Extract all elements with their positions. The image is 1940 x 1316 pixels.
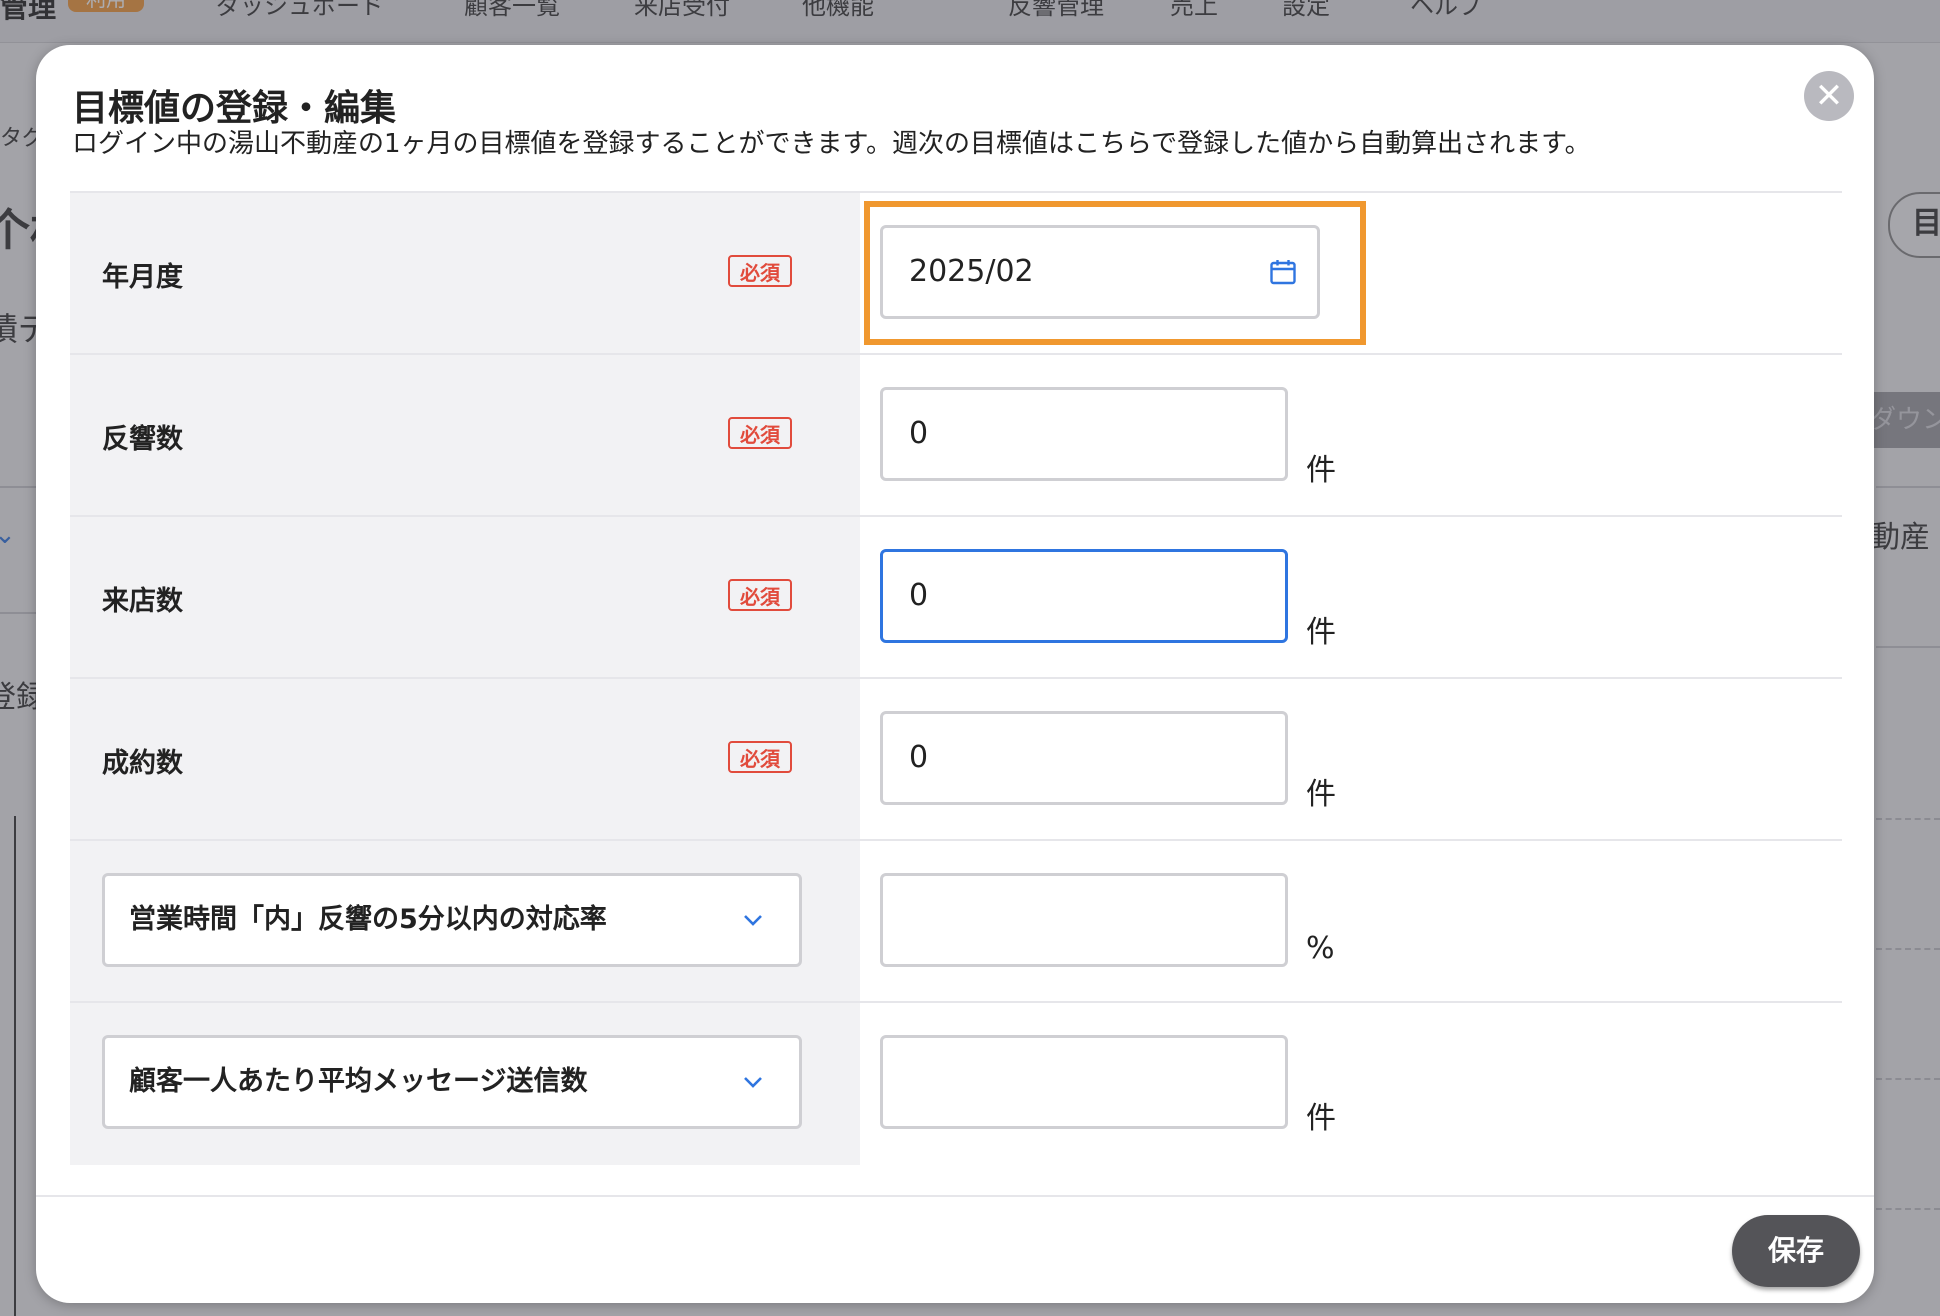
inquiries-input[interactable]: 0 <box>880 387 1288 481</box>
row-label-cell: 年月度 必須 <box>70 193 860 355</box>
row-label-cell: 来店数 必須 <box>70 517 860 679</box>
message-count-input[interactable] <box>880 1035 1288 1129</box>
row-label-cell: 営業時間「内」反響の5分以内の対応率 <box>70 841 860 1003</box>
required-badge: 必須 <box>728 741 792 773</box>
row-value-cell: 0 件 <box>860 355 1842 517</box>
target-edit-modal: 目標値の登録・編集 ログイン中の湯山不動産の1ヶ月の目標値を登録することができま… <box>36 45 1874 1303</box>
metric-select[interactable]: 顧客一人あたり平均メッセージ送信数 <box>102 1035 802 1129</box>
row-label: 反響数 <box>102 423 183 455</box>
required-badge: 必須 <box>728 579 792 611</box>
row-value-cell: 0 件 <box>860 679 1842 841</box>
required-badge: 必須 <box>728 255 792 287</box>
row-value-cell: 0 件 <box>860 517 1842 679</box>
form-row-visits: 来店数 必須 0 件 <box>70 515 1842 679</box>
unit-label: 件 <box>1306 1101 1336 1136</box>
calendar-icon[interactable] <box>1269 258 1297 286</box>
row-label: 来店数 <box>102 585 183 617</box>
form-row-inquiries: 反響数 必須 0 件 <box>70 353 1842 517</box>
form-row-year-month: 年月度 必須 2025/02 <box>70 191 1842 355</box>
metric-select[interactable]: 営業時間「内」反響の5分以内の対応率 <box>102 873 802 967</box>
target-form: 年月度 必須 2025/02 反響数 必須 0 件 来店数 必須 0 件 成約数… <box>70 191 1842 1165</box>
form-row-response-rate: 営業時間「内」反響の5分以内の対応率 % <box>70 839 1842 1003</box>
unit-label: 件 <box>1306 777 1336 812</box>
row-value-cell: % <box>860 841 1842 1003</box>
contracts-input[interactable]: 0 <box>880 711 1288 805</box>
row-label-cell: 反響数 必須 <box>70 355 860 517</box>
row-value-cell: 件 <box>860 1003 1842 1165</box>
chevron-down-icon <box>744 915 762 926</box>
unit-label: % <box>1306 931 1335 966</box>
footer-divider <box>36 1195 1874 1197</box>
form-row-message-count: 顧客一人あたり平均メッセージ送信数 件 <box>70 1001 1842 1165</box>
row-label: 年月度 <box>102 261 183 293</box>
form-row-contracts: 成約数 必須 0 件 <box>70 677 1842 841</box>
year-month-input[interactable]: 2025/02 <box>880 225 1320 319</box>
unit-label: 件 <box>1306 453 1336 488</box>
metric-select-value: 営業時間「内」反響の5分以内の対応率 <box>129 904 607 935</box>
row-label-cell: 顧客一人あたり平均メッセージ送信数 <box>70 1003 860 1165</box>
row-label: 成約数 <box>102 747 183 779</box>
chevron-down-icon <box>744 1077 762 1088</box>
required-badge: 必須 <box>728 417 792 449</box>
close-button[interactable]: ✕ <box>1804 71 1854 121</box>
row-label-cell: 成約数 必須 <box>70 679 860 841</box>
unit-label: 件 <box>1306 615 1336 650</box>
row-value-cell: 2025/02 <box>860 193 1842 355</box>
year-month-value: 2025/02 <box>909 254 1034 289</box>
visits-input[interactable]: 0 <box>880 549 1288 643</box>
save-button[interactable]: 保存 <box>1732 1215 1860 1287</box>
response-rate-input[interactable] <box>880 873 1288 967</box>
modal-description: ログイン中の湯山不動産の1ヶ月の目標値を登録することができます。週次の目標値はこ… <box>72 129 1591 159</box>
close-icon: ✕ <box>1814 76 1844 116</box>
metric-select-value: 顧客一人あたり平均メッセージ送信数 <box>129 1066 588 1097</box>
